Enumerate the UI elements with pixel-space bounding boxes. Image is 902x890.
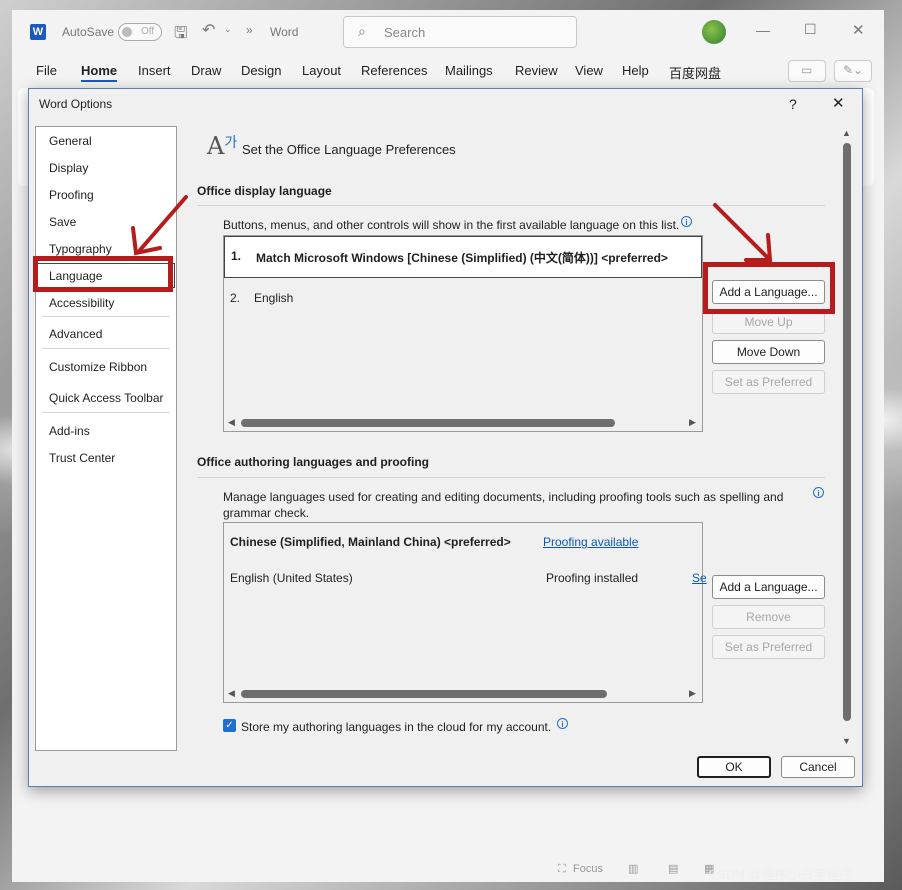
arrow-to-add-language: [713, 203, 773, 262]
annotation-arrows: [131, 195, 773, 262]
arrow-to-language: [131, 195, 188, 256]
